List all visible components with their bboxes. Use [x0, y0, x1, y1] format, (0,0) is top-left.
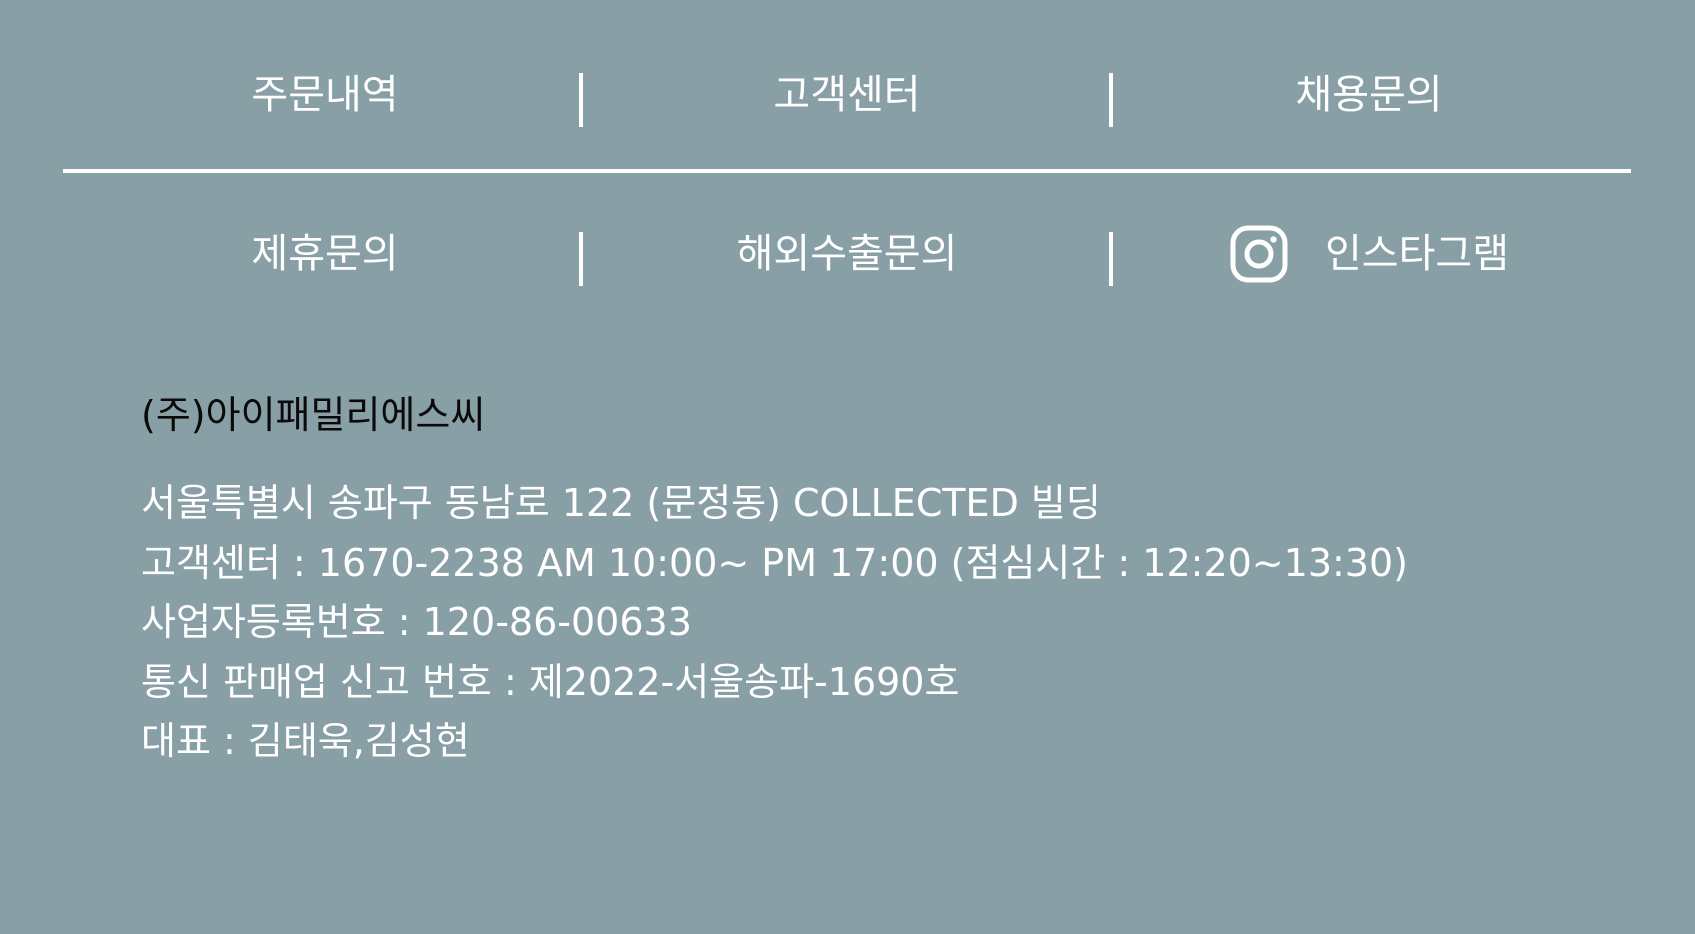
footer-divider: [63, 169, 1631, 173]
instagram-icon: [1229, 224, 1289, 284]
customer-center-hours: 고객센터 : 1670-2238 AM 10:00~ PM 17:00 (점심시…: [141, 540, 1408, 585]
company-name: (주)아이패밀리에스씨: [141, 393, 486, 437]
nav-separator: [579, 232, 583, 286]
export-inquiry-link[interactable]: 해외수출문의: [586, 234, 1108, 274]
instagram-link[interactable]: 인스타그램: [1108, 224, 1630, 284]
company-info: (주)아이패밀리에스씨 서울특별시 송파구 동남로 122 (문정동) COLL…: [141, 390, 1591, 772]
company-representative: 대표 : 김태욱,김성현: [141, 719, 470, 763]
footer-nav-row-top: 주문내역 고객센터 채용문의: [64, 55, 1630, 135]
customer-center-link[interactable]: 고객센터: [586, 75, 1108, 115]
footer-nav-row-bottom: 제휴문의 해외수출문의 인스타그램: [64, 214, 1630, 294]
order-history-link[interactable]: 주문내역: [64, 75, 586, 115]
nav-separator: [1109, 73, 1113, 127]
partnership-inquiry-link[interactable]: 제휴문의: [64, 234, 586, 274]
site-footer: 주문내역 고객센터 채용문의 제휴문의 해외수출문의 인스타그램 (주)아이패밀…: [0, 0, 1695, 934]
nav-separator: [1109, 232, 1113, 286]
business-registration-number: 사업자등록번호 : 120-86-00633: [141, 600, 692, 644]
company-details: 서울특별시 송파구 동남로 122 (문정동) COLLECTED 빌딩 고객센…: [141, 474, 1591, 772]
company-address: 서울특별시 송파구 동남로 122 (문정동) COLLECTED 빌딩: [141, 481, 1101, 525]
nav-separator: [579, 73, 583, 127]
mail-order-registration-number: 통신 판매업 신고 번호 : 제2022-서울송파-1690호: [141, 659, 960, 704]
recruitment-inquiry-link[interactable]: 채용문의: [1108, 75, 1630, 115]
instagram-link-label: 인스타그램: [1325, 231, 1509, 277]
